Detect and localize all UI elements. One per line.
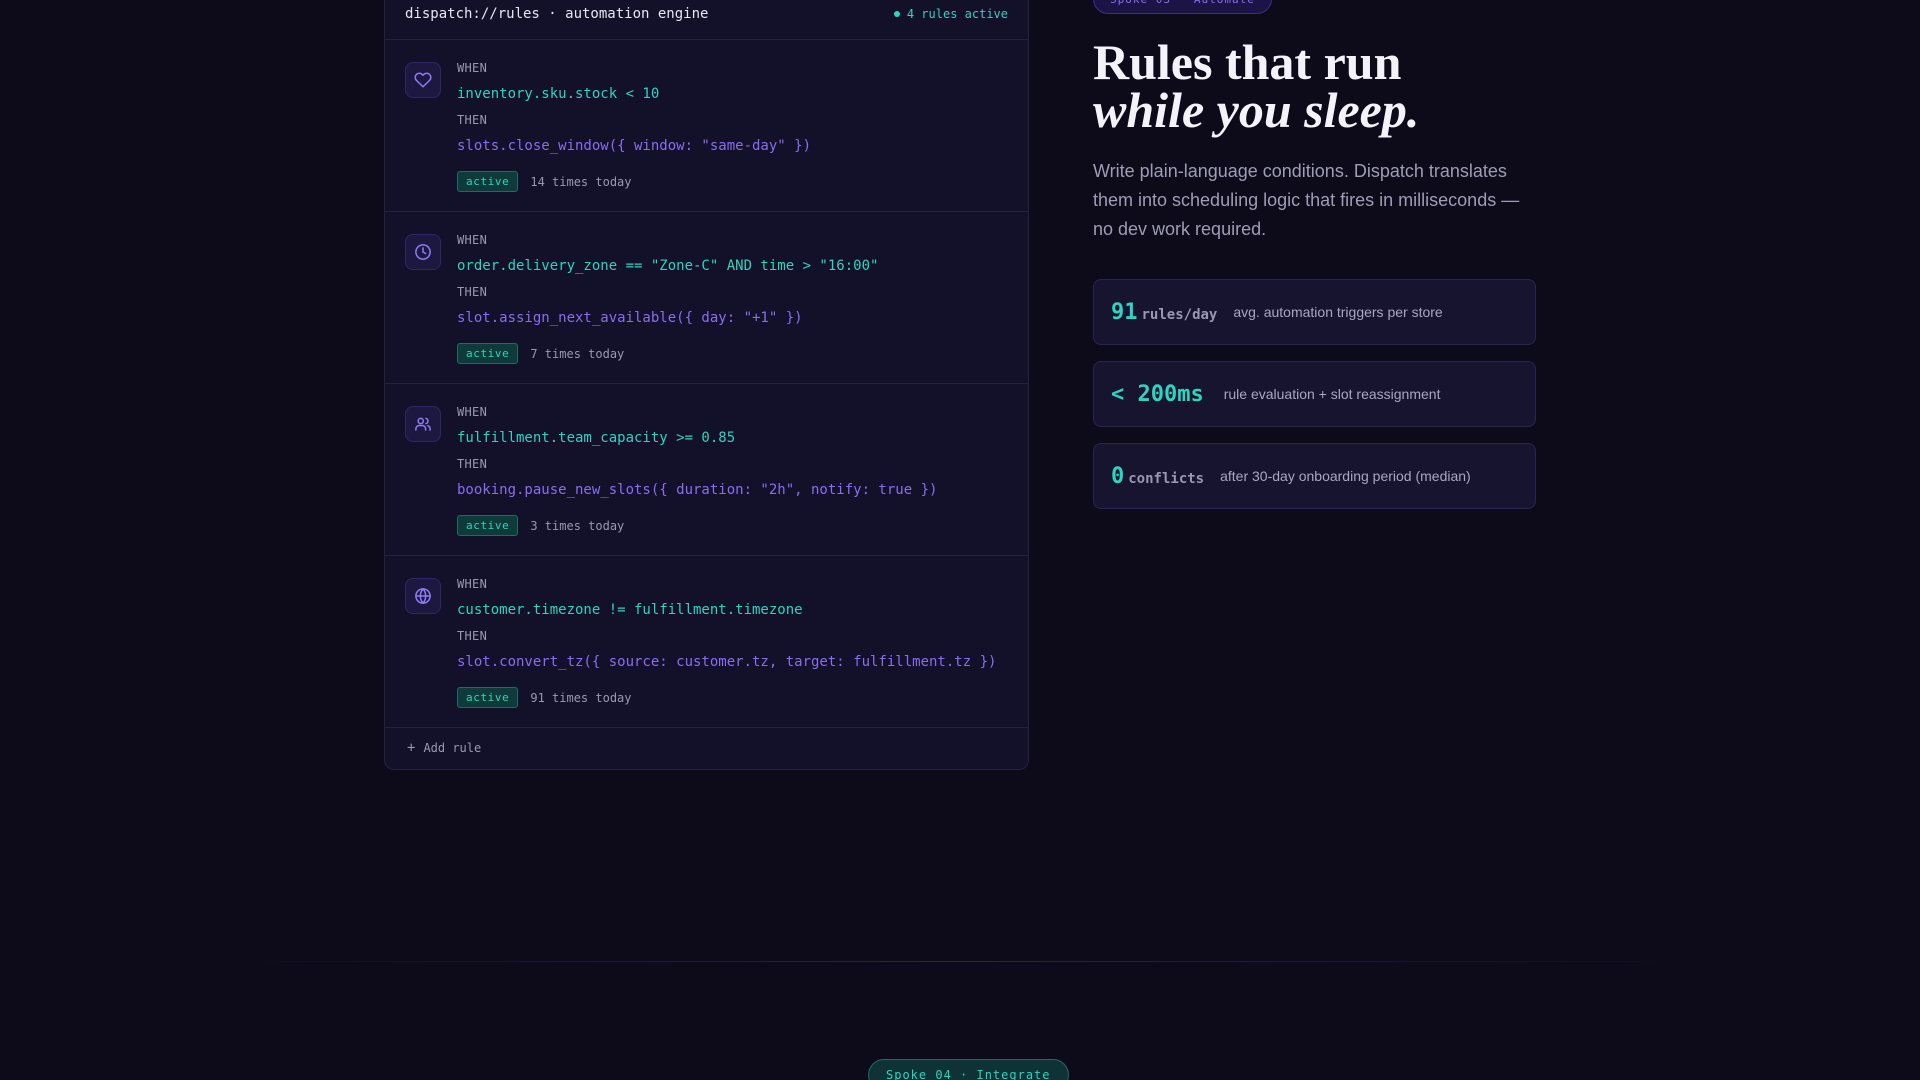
rule-action: slots.close_window({ window: "same-day" … [457,138,812,154]
heart-icon [405,62,441,98]
status-dot [893,11,900,17]
stat-value: 91 rules/day [1111,300,1217,325]
trigger-count: 3 times today [530,518,625,533]
hero-description: Write plain-language conditions. Dispatc… [1093,161,1520,239]
users-icon [405,406,441,442]
page-title: Rules that run while you sleep. [1093,37,1420,138]
stat-description: rule evaluation + slot reassignment [1223,386,1441,402]
rule-action: slot.convert_tz({ source: customer.tz, t… [457,654,997,670]
status-badge: active [457,171,519,192]
stat-unit: conflicts [1128,470,1205,487]
rule-item[interactable]: WHEN inventory.sku.stock < 10 THEN slots… [385,40,1028,212]
stat-unit: rules/day [1141,306,1218,323]
when-label: WHEN [457,233,488,247]
rule-action: booking.pause_new_slots({ duration: "2h"… [457,482,938,498]
add-rule-button[interactable]: + Add rule [385,728,1028,768]
status-badge: active [457,343,519,364]
rule-condition: order.delivery_zone == "Zone-C" AND time… [457,258,879,274]
rule-item[interactable]: WHEN customer.timezone != fulfillment.ti… [385,556,1028,728]
when-label: WHEN [457,577,488,591]
then-label: THEN [457,285,488,299]
panel-header: dispatch://rules · automation engine 4 r… [385,0,1028,40]
then-label: THEN [457,629,488,643]
rule-item[interactable]: WHEN fulfillment.team_capacity >= 0.85 T… [385,384,1028,556]
then-label: THEN [457,113,488,127]
status-badge: active [457,515,519,536]
stat-description: after 30-day onboarding period (median) [1220,468,1471,484]
trigger-count: 91 times today [530,690,632,705]
stat-value: 0 conflicts [1111,464,1204,489]
stat-number: < 200ms [1111,381,1204,407]
plus-icon: + [407,740,416,756]
rule-condition: fulfillment.team_capacity >= 0.85 [457,430,736,446]
stat-card: 0 conflicts after 30-day onboarding peri… [1093,443,1536,509]
stat-card: < 200ms rule evaluation + slot reassignm… [1093,361,1536,427]
status-badge: active [457,687,519,708]
trigger-count: 14 times today [530,174,632,189]
rule-meta: active 91 times today [457,687,1028,708]
stat-number: 91 [1111,299,1138,325]
status-text: 4 rules active [906,7,1008,21]
rule-meta: active 7 times today [457,343,1028,364]
rule-condition: customer.timezone != fulfillment.timezon… [457,602,803,618]
when-label: WHEN [457,405,488,419]
when-label: WHEN [457,61,488,75]
rules-status: 4 rules active [893,7,1008,21]
section-pill: Spoke 03 · Automate [1093,0,1272,14]
clock-icon [405,234,441,270]
rule-condition: inventory.sku.stock < 10 [457,86,660,102]
trigger-count: 7 times today [530,346,625,361]
globe-icon [405,578,441,614]
next-section-pill: Spoke 04 · Integrate [868,1059,1069,1080]
stat-number: 0 [1111,463,1125,489]
add-rule-label: Add rule [423,741,482,755]
stat-card: 91 rules/day avg. automation triggers pe… [1093,279,1536,345]
section-divider [230,961,1690,962]
headline-line2: while you sleep. [1093,82,1420,138]
rules-panel: dispatch://rules · automation engine 4 r… [384,0,1029,770]
rule-meta: active 14 times today [457,171,1028,192]
rule-item[interactable]: WHEN order.delivery_zone == "Zone-C" AND… [385,212,1028,384]
rule-action: slot.assign_next_available({ day: "+1" }… [457,310,803,326]
panel-title: dispatch://rules · automation engine [405,6,709,22]
then-label: THEN [457,457,488,471]
stat-description: avg. automation triggers per store [1233,304,1443,320]
rule-meta: active 3 times today [457,515,1028,536]
stat-value: < 200ms [1111,382,1208,407]
